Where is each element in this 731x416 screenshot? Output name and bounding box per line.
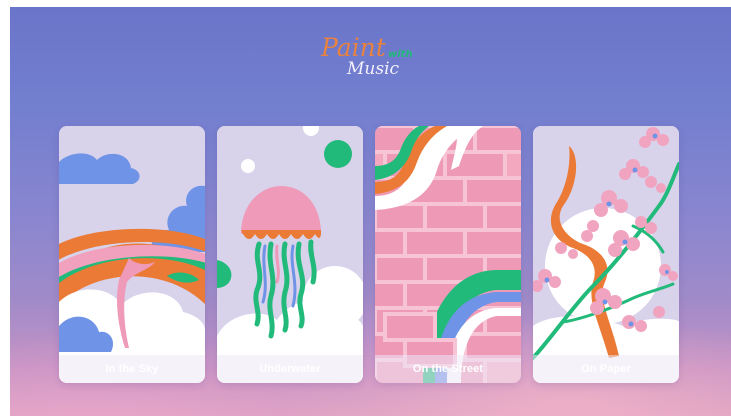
underwater-illustration [217,126,363,383]
card-underwater[interactable]: Underwater [217,126,363,383]
card-label-on-paper: On Paper [533,355,679,383]
paper-illustration [533,126,679,383]
paint-with-music-logo: Paint with Music [313,25,423,89]
logo-text-paint: Paint [320,33,387,62]
app-background: Paint with Music In the Sky Underwater O… [10,7,731,416]
card-on-paper[interactable]: On Paper [533,126,679,383]
card-on-the-street[interactable]: On the Street [375,126,521,383]
logo-text-music: Music [346,59,400,79]
sky-illustration [59,126,205,383]
card-label-on-the-street: On the Street [375,355,521,383]
card-in-the-sky[interactable]: In the Sky [59,126,205,383]
card-label-in-the-sky: In the Sky [59,355,205,383]
card-label-underwater: Underwater [217,355,363,383]
street-illustration [375,126,521,383]
